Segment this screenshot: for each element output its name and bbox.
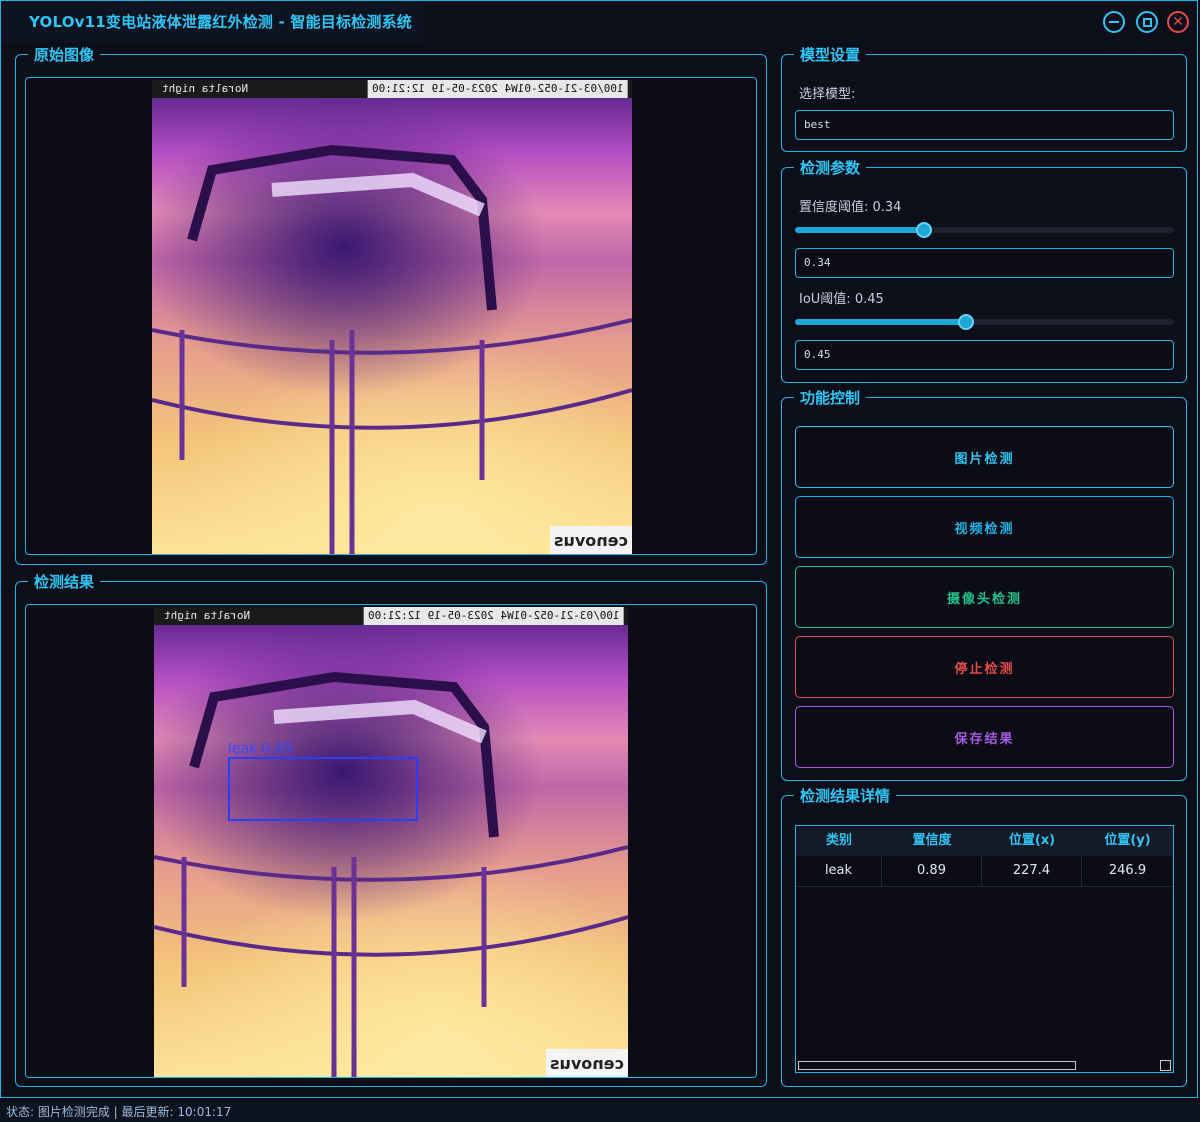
- stop-detect-button[interactable]: 停止检测: [795, 636, 1174, 698]
- row-divider: [796, 886, 1173, 887]
- detection-bounding-box: [228, 757, 418, 821]
- cell-y: 246.9: [1108, 863, 1147, 878]
- minimize-icon[interactable]: [1103, 11, 1125, 33]
- iou-slider[interactable]: [795, 314, 1174, 330]
- iou-slider-handle[interactable]: [958, 314, 974, 330]
- original-banner-left: Noralta night: [162, 82, 249, 95]
- status-bar: 状态: 图片检测完成 | 最后更新: 10:01:17: [0, 1102, 1200, 1122]
- confidence-threshold-label: 置信度阈值: 0.34: [799, 200, 902, 215]
- result-banner: Noralta night 100/03-21-052-01W4 2023-05…: [154, 607, 628, 625]
- scrollbar-end-button[interactable]: [1160, 1060, 1171, 1071]
- result-image-view: Noralta night 100/03-21-052-01W4 2023-05…: [25, 604, 757, 1078]
- results-details-title: 检测结果详情: [794, 787, 897, 805]
- column-class[interactable]: 类别: [796, 826, 882, 856]
- column-confidence[interactable]: 置信度: [882, 826, 982, 856]
- original-banner: Noralta night 100/03-21-052-01W4 2023-05…: [152, 80, 632, 98]
- iou-slider-fill: [795, 319, 966, 325]
- confidence-slider-fill: [795, 227, 924, 233]
- cell-x: 227.4: [982, 856, 1082, 886]
- model-select[interactable]: best: [795, 110, 1174, 140]
- result-banner-left: Noralta night: [164, 609, 251, 622]
- confidence-input[interactable]: 0.34: [795, 248, 1174, 278]
- pipe-and-fence-shapes: [152, 144, 632, 554]
- results-table-header: 类别 置信度 位置(x) 位置(y): [796, 826, 1173, 856]
- detection-label: leak 0.89: [228, 741, 293, 757]
- video-detect-button[interactable]: 视频检测: [795, 496, 1174, 558]
- detection-params-group: 检测参数 置信度阈值: 0.34 0.34 IoU阈值: 0.45 0.45: [781, 159, 1187, 383]
- results-table[interactable]: 类别 置信度 位置(x) 位置(y) leak 0.89 227.4 246.9: [795, 825, 1174, 1073]
- camera-detect-button[interactable]: 摄像头检测: [795, 566, 1174, 628]
- result-banner-right: 100/03-21-052-01W4 2023-05-19 12:21:00: [364, 607, 624, 625]
- column-y[interactable]: 位置(y): [1082, 826, 1173, 856]
- result-image-title: 检测结果: [28, 573, 101, 591]
- result-logo: cenovus: [546, 1049, 628, 1077]
- detection-params-title: 检测参数: [794, 159, 867, 177]
- original-thermal-image: Noralta night 100/03-21-052-01W4 2023-05…: [152, 80, 632, 554]
- image-detect-button[interactable]: 图片检测: [795, 426, 1174, 488]
- result-thermal-image: Noralta night 100/03-21-052-01W4 2023-05…: [154, 607, 628, 1077]
- save-results-button[interactable]: 保存结果: [795, 706, 1174, 768]
- model-settings-title: 模型设置: [794, 46, 867, 64]
- original-image-view: Noralta night 100/03-21-052-01W4 2023-05…: [25, 77, 757, 555]
- result-image-group: 检测结果 Noralta night 100/03-21-052-01W4 20…: [15, 573, 767, 1087]
- cell-confidence: 0.89: [882, 856, 982, 886]
- iou-input[interactable]: 0.45: [795, 340, 1174, 370]
- select-model-label: 选择模型:: [799, 87, 856, 102]
- maximize-icon[interactable]: [1136, 11, 1158, 33]
- column-x[interactable]: 位置(x): [982, 826, 1082, 856]
- confidence-slider-handle[interactable]: [916, 222, 932, 238]
- scrollbar-handle[interactable]: [798, 1061, 1076, 1070]
- app-window: YOLOv11变电站液体泄露红外检测 - 智能目标检测系统 ✕ 原始图像 Nor…: [0, 0, 1198, 1098]
- iou-threshold-label: IoU阈值: 0.45: [799, 292, 884, 307]
- function-controls-title: 功能控制: [794, 389, 867, 407]
- cell-class: leak: [796, 856, 882, 886]
- original-image-group: 原始图像 Noralta night 100/03-21-052-01W4 20…: [15, 46, 767, 565]
- original-image-title: 原始图像: [28, 46, 101, 64]
- title-bar: YOLOv11变电站液体泄露红外检测 - 智能目标检测系统 ✕: [1, 1, 1197, 43]
- original-logo: cenovus: [550, 526, 632, 554]
- original-banner-right: 100/03-21-052-01W4 2023-05-19 12:21:00: [368, 80, 628, 98]
- confidence-slider[interactable]: [795, 222, 1174, 238]
- close-icon[interactable]: ✕: [1167, 11, 1189, 33]
- window-title: YOLOv11变电站液体泄露红外检测 - 智能目标检测系统: [1, 2, 423, 42]
- model-settings-group: 模型设置 选择模型: best: [781, 46, 1187, 152]
- horizontal-scrollbar[interactable]: [796, 1060, 1173, 1072]
- result-pipe-and-fence-shapes: [154, 671, 628, 1077]
